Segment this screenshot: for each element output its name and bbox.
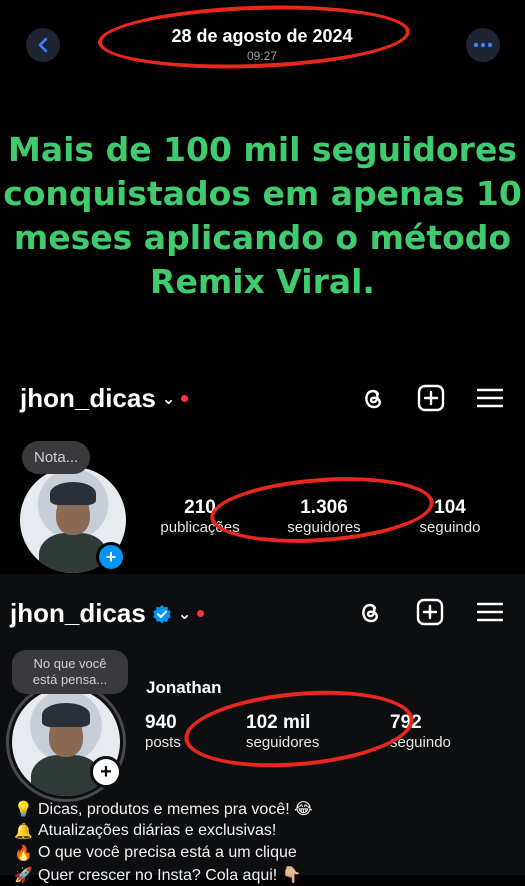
bio: 💡 Dicas, produtos e memes pra você! 😂 🔔 …: [14, 798, 514, 886]
headline-line: meses aplicando o método: [13, 218, 512, 257]
menu-button[interactable]: [476, 384, 504, 412]
username: jhon_dicas: [10, 598, 146, 628]
threads-button[interactable]: [359, 384, 387, 412]
back-button[interactable]: [26, 28, 60, 62]
bio-line[interactable]: 🚀 Quer crescer no Insta? Cola aqui! 👇🏼: [14, 864, 514, 886]
chevron-down-icon: ⌄: [177, 605, 192, 623]
bio-text: Quer crescer no Insta? Cola aqui! 👇🏼: [38, 867, 302, 884]
menu-button[interactable]: [476, 598, 504, 626]
hamburger-menu-icon: [477, 388, 503, 408]
threads-icon: [365, 389, 381, 409]
headline-line: Remix Viral.: [150, 262, 375, 301]
create-button[interactable]: [417, 384, 445, 412]
plus-square-icon: [416, 598, 444, 626]
bio-line: 🔥 O que você precisa está a um clique: [14, 842, 514, 864]
note-bubble[interactable]: Nota...: [22, 441, 91, 474]
headline-line: conquistados em apenas 10: [3, 174, 522, 213]
create-button[interactable]: [416, 598, 444, 626]
threads-icon: [362, 603, 378, 623]
bio-line: 🔔 Atualizações diárias e exclusivas!: [14, 820, 514, 842]
add-story-button[interactable]: +: [96, 542, 126, 572]
chevron-left-icon: [38, 37, 48, 53]
bio-text: Atualizações diárias e exclusivas!: [38, 822, 277, 839]
stat-posts[interactable]: 940 posts: [145, 712, 181, 751]
stat-label: posts: [145, 734, 181, 751]
hamburger-menu-icon: [477, 602, 503, 622]
more-horizontal-icon: [473, 42, 493, 48]
username-switcher[interactable]: jhon_dicas ⌄: [10, 598, 205, 629]
headline-line: Mais de 100 mil seguidores: [8, 130, 517, 169]
more-button[interactable]: [466, 28, 500, 62]
bio-line: 💡 Dicas, produtos e memes pra você! 😂: [14, 798, 514, 820]
bio-text: O que você precisa está a um clique: [38, 844, 297, 861]
stat-value: 940: [145, 712, 177, 733]
notification-dot: [197, 610, 205, 617]
plus-icon: +: [105, 546, 117, 567]
headline: Mais de 100 mil seguidores conquistados …: [0, 128, 525, 304]
chevron-down-icon: ⌄: [161, 390, 176, 408]
bio-text: Dicas, produtos e memes pra você! 😂: [38, 801, 313, 818]
add-story-button[interactable]: +: [90, 756, 122, 788]
note-bubble[interactable]: No que você está pensa...: [12, 650, 128, 694]
notification-dot: [181, 395, 189, 402]
username-switcher[interactable]: jhon_dicas ⌄: [20, 383, 189, 414]
bell-icon: 🔔: [14, 823, 33, 840]
rocket-icon: 🚀: [14, 867, 33, 884]
plus-square-icon: [417, 384, 445, 412]
username: jhon_dicas: [20, 383, 156, 413]
verified-badge-icon: [153, 604, 171, 624]
plus-icon: +: [100, 760, 112, 783]
threads-button[interactable]: [356, 598, 384, 626]
lightbulb-icon: 💡: [14, 801, 33, 818]
fire-icon: 🔥: [14, 845, 33, 862]
display-name: Jonathan: [146, 678, 222, 697]
